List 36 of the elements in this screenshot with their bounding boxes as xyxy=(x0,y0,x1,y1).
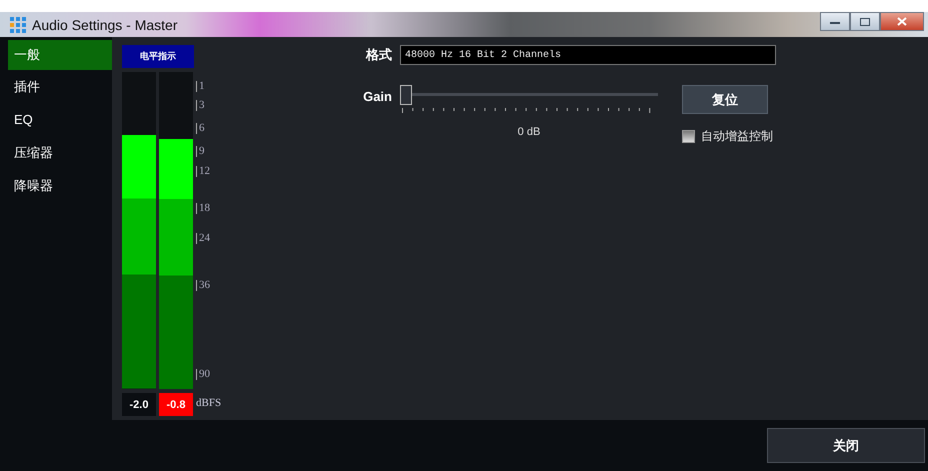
level-readout: -2.0 xyxy=(122,393,156,416)
sidebar-item[interactable]: 一般 xyxy=(8,40,112,70)
unit-label: dBFS xyxy=(195,397,222,409)
maximize-icon xyxy=(860,18,870,26)
auto-gain-checkbox[interactable]: 自动增益控制 xyxy=(682,128,773,145)
scale-label: 36 xyxy=(196,280,210,292)
sidebar-item[interactable]: 插件 xyxy=(8,70,112,103)
meter-title: 电平指示 xyxy=(122,45,194,68)
scale-label: 3 xyxy=(196,100,204,111)
sidebar-item[interactable]: 降噪器 xyxy=(8,169,112,202)
sidebar-item[interactable]: EQ xyxy=(8,103,112,136)
gain-reading: 0 dB xyxy=(516,126,542,138)
gain-label: Gain xyxy=(362,89,392,104)
minimize-button[interactable] xyxy=(820,12,850,31)
gain-slider[interactable] xyxy=(400,85,658,107)
format-field[interactable]: 48000 Hz 16 Bit 2 Channels xyxy=(400,45,776,65)
app-grid-icon xyxy=(10,16,26,32)
scale-label: 6 xyxy=(196,123,204,134)
scale-label: 12 xyxy=(196,166,210,178)
close-button[interactable] xyxy=(880,12,924,31)
window-title: Audio Settings - Master xyxy=(32,16,179,32)
format-label: 格式 xyxy=(364,46,392,64)
scale-label: 18 xyxy=(196,202,210,214)
sidebar-item[interactable]: 压缩器 xyxy=(8,136,112,169)
close-dialog-button[interactable]: 关闭 xyxy=(767,428,925,463)
maximize-button[interactable] xyxy=(850,12,880,31)
scale-label: 24 xyxy=(196,232,210,244)
checkbox-label: 自动增益控制 xyxy=(701,128,773,145)
scale-label: 1 xyxy=(196,80,204,92)
close-icon xyxy=(897,17,907,26)
scale-label: 9 xyxy=(196,146,204,157)
checkbox-icon[interactable] xyxy=(682,130,695,143)
reset-button[interactable]: 复位 xyxy=(682,85,768,114)
level-readout: -0.8 xyxy=(159,393,193,416)
slider-thumb[interactable] xyxy=(400,85,412,105)
scale-label: 90 xyxy=(196,369,210,380)
